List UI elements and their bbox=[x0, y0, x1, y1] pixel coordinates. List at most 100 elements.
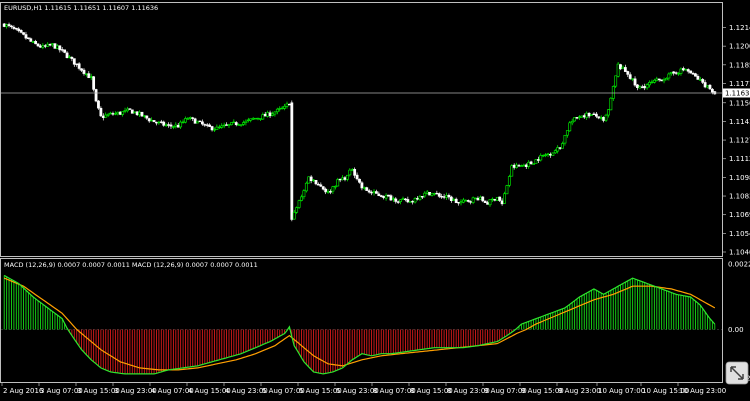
price-tick-label: 1.10400 bbox=[729, 249, 750, 257]
candle-bear bbox=[633, 78, 637, 86]
candle-bear bbox=[324, 188, 328, 193]
candle-bear bbox=[686, 69, 690, 72]
candle-bear bbox=[169, 124, 173, 127]
candle-bear bbox=[80, 68, 83, 71]
candle-bear bbox=[205, 124, 209, 126]
price-tick-label: 1.11270 bbox=[729, 137, 750, 145]
candle-bull bbox=[273, 111, 277, 115]
candle-bull bbox=[471, 197, 475, 203]
candle-bull bbox=[171, 126, 175, 128]
candle-bull bbox=[553, 150, 557, 154]
candle-bear bbox=[435, 192, 439, 195]
candle-bull bbox=[133, 111, 137, 114]
candle-bear bbox=[99, 107, 103, 117]
candle-bear bbox=[329, 191, 332, 193]
candle-bull bbox=[312, 179, 315, 182]
candle-bull bbox=[522, 164, 526, 167]
candle-bull bbox=[474, 197, 477, 200]
candle-bull bbox=[227, 123, 231, 126]
candle-bull bbox=[503, 193, 506, 204]
candle-bull bbox=[570, 121, 574, 124]
candle-bear bbox=[225, 124, 228, 126]
price-tick-label: 1.11125 bbox=[729, 155, 750, 163]
candle-bear bbox=[619, 64, 622, 70]
candle-bull bbox=[684, 69, 688, 71]
candle-bear bbox=[500, 200, 504, 205]
candle-bear bbox=[440, 196, 444, 198]
candle-bear bbox=[140, 111, 144, 117]
candle-bull bbox=[478, 196, 482, 200]
candle-bull bbox=[116, 111, 120, 115]
candle-bear bbox=[428, 192, 431, 196]
candle-bear bbox=[97, 100, 100, 109]
candle-bull bbox=[123, 110, 127, 112]
candle-bear bbox=[58, 45, 62, 51]
candle-bear bbox=[377, 193, 381, 197]
candle-bull bbox=[196, 120, 199, 124]
candle-bull bbox=[275, 108, 279, 113]
candle-bear bbox=[681, 68, 685, 71]
candle-bear bbox=[640, 86, 644, 88]
candle-bull bbox=[31, 41, 35, 43]
candle-bear bbox=[694, 73, 697, 77]
candle-bear bbox=[587, 112, 591, 117]
current-price-label: 1.11636 bbox=[725, 89, 750, 97]
candle-bull bbox=[391, 198, 395, 200]
candle-bear bbox=[701, 79, 705, 83]
candle-bear bbox=[466, 200, 470, 202]
candle-bear bbox=[65, 52, 69, 59]
candle-bull bbox=[520, 165, 523, 167]
candle-bull bbox=[423, 192, 427, 197]
candle-bull bbox=[304, 182, 308, 192]
candle-bear bbox=[549, 154, 552, 156]
candle-bull bbox=[254, 117, 257, 120]
candle-bull bbox=[181, 121, 185, 124]
candle-bear bbox=[512, 164, 516, 168]
candle-bull bbox=[188, 117, 192, 119]
candle-bear bbox=[94, 89, 98, 102]
time-tick-label: 2 Aug 2016 bbox=[3, 387, 44, 395]
candle-bear bbox=[481, 196, 485, 202]
candle-bull bbox=[563, 134, 567, 144]
candle-bull bbox=[621, 66, 625, 70]
candle-bull bbox=[261, 114, 265, 120]
candle-bear bbox=[63, 49, 67, 53]
candle-bull bbox=[546, 153, 550, 155]
candle-bull bbox=[41, 45, 45, 48]
candle-bull bbox=[401, 198, 405, 200]
candle-bull bbox=[184, 118, 187, 123]
candle-bull bbox=[561, 143, 564, 149]
candle-bear bbox=[365, 187, 369, 191]
macd-pane-title: MACD (12,26,9) 0.0007 0.0007 0.0011 MACD… bbox=[4, 261, 258, 269]
candle-bull bbox=[5, 24, 9, 27]
candle-bull bbox=[232, 121, 236, 124]
candle-bull bbox=[237, 124, 241, 126]
candle-bear bbox=[321, 186, 325, 190]
price-pane-frame bbox=[0, 2, 723, 257]
price-tick-label: 1.10835 bbox=[729, 193, 750, 201]
candle-bear bbox=[360, 182, 364, 189]
auto-scroll-button[interactable] bbox=[725, 361, 749, 385]
candle-bear bbox=[691, 72, 695, 75]
candle-bear bbox=[708, 84, 712, 90]
candle-bear bbox=[39, 45, 42, 48]
candle-bull bbox=[655, 78, 659, 81]
candle-bear bbox=[17, 28, 21, 32]
candle-bear bbox=[575, 117, 579, 119]
price-tick-label: 1.12000 bbox=[729, 43, 750, 51]
candle-bull bbox=[220, 125, 224, 128]
candle-bull bbox=[278, 108, 282, 110]
candle-bull bbox=[607, 109, 610, 116]
time-axis: 2 Aug 20163 Aug 07:003 Aug 15:003 Aug 23… bbox=[1, 383, 726, 395]
candle-bull bbox=[333, 185, 337, 188]
candle-bull bbox=[650, 81, 654, 83]
candle-bull bbox=[372, 191, 376, 193]
candle-bull bbox=[384, 195, 388, 199]
candle-bear bbox=[657, 78, 661, 81]
candle-bear bbox=[159, 121, 163, 123]
candle-bear bbox=[689, 70, 693, 74]
candle-bull bbox=[157, 121, 161, 124]
candle-bear bbox=[22, 32, 25, 35]
candle-bear bbox=[387, 194, 390, 197]
candle-bull bbox=[179, 121, 183, 128]
